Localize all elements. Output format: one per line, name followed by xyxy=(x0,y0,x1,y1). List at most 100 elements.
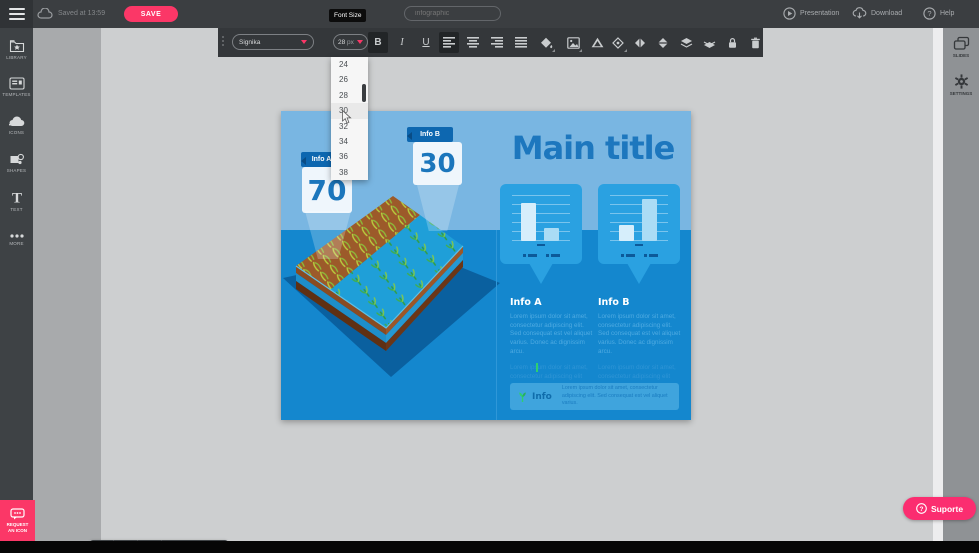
align-left-icon xyxy=(443,37,455,48)
callout-b-card[interactable]: 30 xyxy=(413,142,462,185)
slides-label: SLIDES xyxy=(953,53,969,58)
dropdown-corner-mark xyxy=(624,49,627,52)
lock-button[interactable] xyxy=(722,32,742,53)
help-icon: ? xyxy=(923,7,936,20)
shadow-button[interactable] xyxy=(608,32,628,53)
chart-axis-mark xyxy=(537,244,545,246)
opacity-button[interactable] xyxy=(587,32,607,53)
slides-icon xyxy=(953,36,970,51)
save-button[interactable]: SAVE xyxy=(124,6,178,22)
callout-b-value: 30 xyxy=(419,149,455,179)
sidebar-label: TEMPLATES xyxy=(2,92,30,97)
align-right-button[interactable] xyxy=(487,32,507,53)
play-circle-icon xyxy=(783,7,796,20)
main-title-text[interactable]: Main title xyxy=(497,129,689,167)
chart-axis-mark xyxy=(635,244,643,246)
workspace: Info A 70 Info B 30 Main title xyxy=(33,28,933,541)
sidebar-item-library[interactable]: LIBRARY xyxy=(0,32,33,66)
image-icon xyxy=(567,37,580,49)
bring-forward-icon xyxy=(680,37,693,49)
align-right-icon xyxy=(491,37,503,48)
chart-b-bar-2 xyxy=(642,199,657,241)
flip-horizontal-button[interactable] xyxy=(630,32,650,53)
sidebar-item-text[interactable]: T TEXT xyxy=(0,184,33,218)
bold-button[interactable]: B xyxy=(368,32,388,53)
help-button[interactable]: ? Help xyxy=(923,7,954,20)
chart-bubble-a[interactable] xyxy=(500,184,582,264)
dropdown-scrollbar-thumb[interactable] xyxy=(362,84,366,102)
bottom-info-label: Info xyxy=(532,392,552,402)
svg-text:?: ? xyxy=(927,9,931,18)
font-family-select[interactable]: Signika xyxy=(232,34,314,50)
right-panel: SLIDES SETTINGS xyxy=(943,28,979,541)
align-left-button[interactable] xyxy=(439,32,459,53)
project-name-input[interactable] xyxy=(404,6,501,21)
more-dots-icon xyxy=(9,233,25,239)
request-an-icon-label: REQUEST AN ICON xyxy=(4,522,32,534)
font-size-tooltip: Font Size xyxy=(329,9,366,22)
support-help-icon: ? xyxy=(916,503,927,514)
download-cloud-icon xyxy=(852,7,867,20)
font-size-select[interactable]: 28 px xyxy=(333,34,368,50)
callout-a-tag-label: Info A xyxy=(312,156,332,163)
download-button[interactable]: Download xyxy=(852,7,902,20)
chart-bubble-b[interactable] xyxy=(598,184,680,264)
font-size-option[interactable]: 36 xyxy=(331,149,368,164)
align-center-button[interactable] xyxy=(463,32,483,53)
info-b-body: Lorem ipsum dolor sit amet, consectetur … xyxy=(598,313,684,356)
gear-icon xyxy=(954,74,969,89)
chat-bubble-icon xyxy=(10,508,25,520)
sidebar-item-shapes[interactable]: SHAPES xyxy=(0,146,33,180)
justify-button[interactable] xyxy=(511,32,531,53)
help-label: Help xyxy=(940,10,954,17)
sidebar-label: TEXT xyxy=(10,207,22,212)
saved-status: Saved at 13:59 xyxy=(58,10,105,17)
fill-color-button[interactable] xyxy=(536,32,556,53)
mouse-cursor xyxy=(342,110,352,124)
delete-button[interactable] xyxy=(745,32,765,53)
callout-b-tag[interactable]: Info B xyxy=(407,127,453,142)
format-toolbar: Signika 28 px B I U xyxy=(218,28,763,57)
font-size-option[interactable]: 38 xyxy=(331,165,368,180)
templates-icon xyxy=(9,77,25,90)
chevron-down-icon xyxy=(301,40,307,44)
download-label: Download xyxy=(871,10,902,17)
font-size-option[interactable]: 24 xyxy=(331,57,368,72)
send-backward-button[interactable] xyxy=(699,32,719,53)
sidebar-item-templates[interactable]: TEMPLATES xyxy=(0,70,33,104)
svg-text:T: T xyxy=(11,191,21,206)
canvas-section-divider xyxy=(496,230,497,420)
bottom-info-text: Lorem ipsum dolor sit amet, consectetur … xyxy=(562,385,674,408)
chart-a-bar-1 xyxy=(521,203,536,241)
justify-icon xyxy=(515,37,527,48)
presentation-button[interactable]: Presentation xyxy=(783,7,839,20)
flip-vertical-button[interactable] xyxy=(653,32,673,53)
support-button[interactable]: ? Suporte xyxy=(903,497,976,520)
sidebar-item-more[interactable]: MORE xyxy=(0,222,33,256)
italic-button[interactable]: I xyxy=(392,32,412,53)
request-an-icon-button[interactable]: REQUEST AN ICON xyxy=(0,500,35,541)
info-a-block[interactable]: Info A Lorem ipsum dolor sit amet, conse… xyxy=(510,297,596,382)
flip-horizontal-icon xyxy=(634,37,646,49)
font-size-value: 28 xyxy=(338,39,345,46)
sidebar-item-icons[interactable]: ICONS xyxy=(0,108,33,142)
right-scrollbar[interactable] xyxy=(933,28,943,541)
image-button[interactable] xyxy=(563,32,583,53)
app-window: Saved at 13:59 SAVE Font Size Presentati… xyxy=(0,0,979,553)
top-bar: Saved at 13:59 SAVE Font Size Presentati… xyxy=(0,0,979,28)
info-a-body2: Lorem ipsum dolor sit amet, consectetur … xyxy=(510,364,596,381)
text-cursor-marker xyxy=(536,363,538,372)
toolbar-drag-handle[interactable] xyxy=(222,36,224,46)
settings-button[interactable]: SETTINGS xyxy=(943,74,979,96)
font-size-option[interactable]: 34 xyxy=(331,134,368,149)
lock-icon xyxy=(727,37,738,49)
underline-button[interactable]: U xyxy=(416,32,436,53)
bring-forward-button[interactable] xyxy=(676,32,696,53)
align-center-icon xyxy=(467,37,479,48)
slides-button[interactable]: SLIDES xyxy=(943,36,979,58)
info-b-block[interactable]: Info B Lorem ipsum dolor sit amet, conse… xyxy=(598,297,684,382)
text-icon: T xyxy=(9,190,25,205)
bottom-info-box[interactable]: Info Lorem ipsum dolor sit amet, consect… xyxy=(510,383,679,410)
menu-icon[interactable] xyxy=(9,8,25,20)
workspace-shade-band xyxy=(33,28,101,541)
